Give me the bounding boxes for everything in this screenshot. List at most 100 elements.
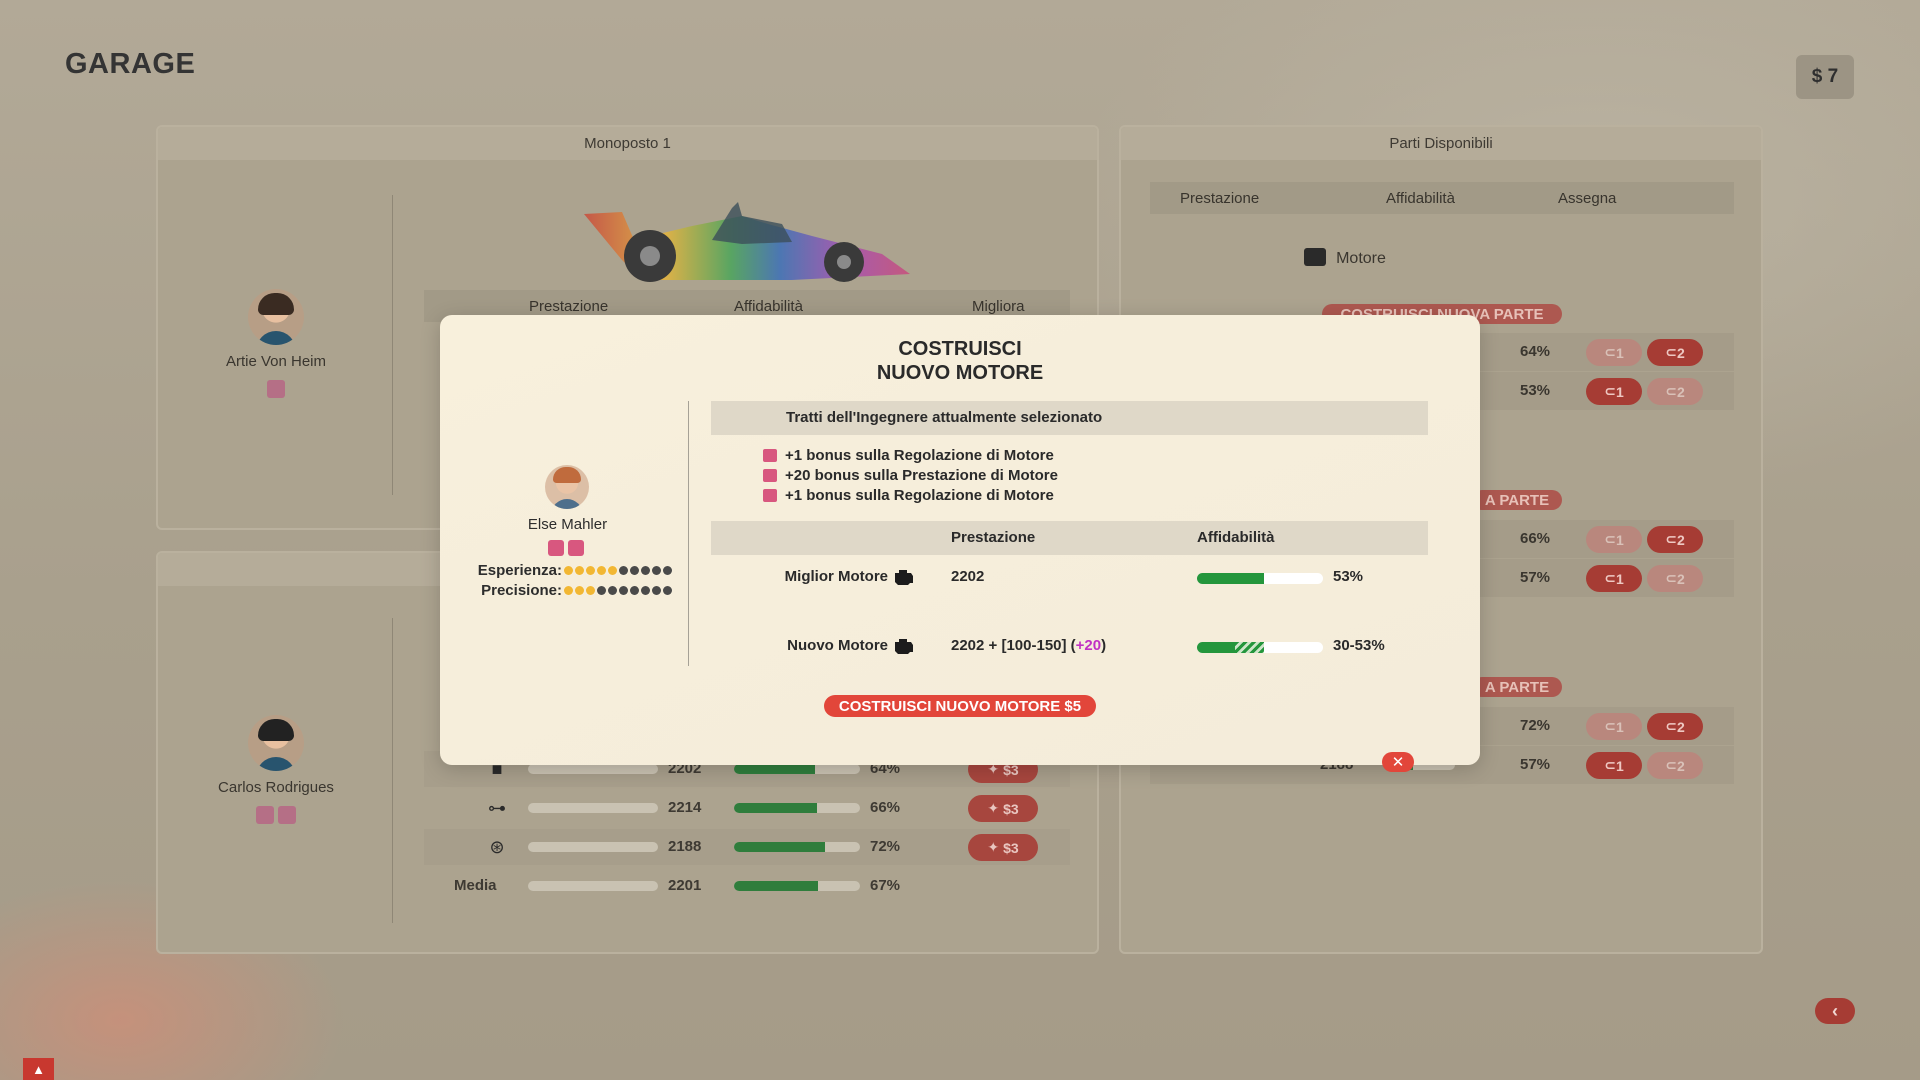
engineer-name: Else Mahler [527, 516, 608, 533]
driver-name: Carlos Rodrigues [218, 779, 334, 796]
col-affidabilita: Affidabilità [734, 297, 803, 315]
skill-dot-empty [619, 586, 628, 595]
driver-card-1[interactable]: Artie Von Heim [186, 289, 366, 398]
driver-card-2[interactable]: Carlos Rodrigues [186, 715, 366, 824]
reliability-range-bar [1197, 642, 1323, 653]
skill-dot-empty [641, 586, 650, 595]
assign-seat-2-button[interactable]: ⊂ 2 [1647, 752, 1703, 779]
page-title: GARAGE [65, 48, 196, 80]
col-prestazione: Prestazione [529, 297, 609, 315]
wrench-icon: ✦ [987, 839, 1000, 855]
warning-icon[interactable]: ▲ [23, 1058, 54, 1080]
trait-icon [763, 489, 777, 502]
modal-title: COSTRUISCI NUOVO MOTORE [876, 338, 1044, 384]
engine-icon [895, 570, 913, 585]
part-category: Motore [1125, 248, 1565, 268]
skill-dot-filled [564, 586, 573, 595]
trait-icon [763, 449, 777, 462]
build-engine-modal: COSTRUISCI NUOVO MOTORE Else Mahler Espe… [440, 315, 1480, 772]
stat-row-gearbox: ⊶ 2214 66% ✦ $3 [424, 790, 1070, 826]
divider [392, 618, 393, 923]
skill-dot-empty [619, 566, 628, 575]
col-migliora: Migliora [972, 297, 1025, 315]
divider [392, 195, 393, 495]
skill-dot-filled [575, 586, 584, 595]
experience-row: Esperienza: [450, 562, 680, 580]
parts-table-header: Prestazione Affidabilità Assegna [1150, 182, 1734, 214]
car-panel-title: Monoposto 1 [158, 127, 1097, 160]
reliability-fill [734, 764, 815, 774]
driver-avatar [248, 715, 304, 771]
build-new-part-button[interactable]: A PARTE [1472, 677, 1562, 697]
reliability-fill [734, 803, 818, 813]
skill-dot-filled [586, 586, 595, 595]
assign-seat-2-button[interactable]: ⊂ 2 [1647, 378, 1703, 405]
assign-seat-1-button[interactable]: ⊂ 1 [1586, 565, 1642, 592]
assign-seat-2-button[interactable]: ⊂ 2 [1647, 713, 1703, 740]
compare-header: Prestazione Affidabilità [711, 521, 1428, 555]
driver-name: Artie Von Heim [225, 353, 327, 370]
upgrade-button[interactable]: ✦ $3 [968, 834, 1038, 861]
engineer-traits [548, 540, 584, 556]
chevron-left-icon: ‹ [1832, 1000, 1838, 1021]
skill-dot-empty [652, 586, 661, 595]
assign-seat-1-button[interactable]: ⊂ 1 [1586, 526, 1642, 553]
skill-dot-empty [597, 586, 606, 595]
wrench-icon: ✦ [987, 800, 1000, 816]
stat-row-brakes: ⊛ 2188 72% ✦ $3 [424, 829, 1070, 865]
trait-line: +20 bonus sulla Prestazione di Motore [763, 467, 1058, 487]
gearbox-icon: ⊶ [488, 798, 506, 818]
skill-dot-empty [663, 566, 672, 575]
skill-dot-empty [663, 586, 672, 595]
reliability-fill [734, 842, 825, 852]
build-engine-button[interactable]: COSTRUISCI NUOVO MOTORE $5 [824, 695, 1096, 717]
skill-dot-filled [586, 566, 595, 575]
back-button[interactable]: ‹ [1815, 998, 1855, 1024]
skill-dot-empty [608, 586, 617, 595]
trait-icon [568, 540, 584, 556]
skill-dot-empty [652, 566, 661, 575]
skill-dot-filled [597, 566, 606, 575]
assign-seat-1-button[interactable]: ⊂ 1 [1586, 378, 1642, 405]
skill-dot-empty [630, 566, 639, 575]
trait-icon [267, 380, 285, 398]
skill-dot-filled [608, 566, 617, 575]
money-badge: $ 7 [1796, 55, 1854, 99]
skill-dot-empty [641, 566, 650, 575]
reliability-bar [1197, 573, 1323, 584]
assign-seat-2-button[interactable]: ⊂ 2 [1647, 526, 1703, 553]
upgrade-button[interactable]: ✦ $3 [968, 795, 1038, 822]
assign-seat-1-button[interactable]: ⊂ 1 [1586, 339, 1642, 366]
experience-dots [564, 566, 672, 575]
trait-icon [278, 806, 296, 824]
trait-line: +1 bonus sulla Regolazione di Motore [763, 447, 1054, 467]
driver-avatar [248, 289, 304, 345]
skill-dot-filled [564, 566, 573, 575]
assign-seat-2-button[interactable]: ⊂ 2 [1647, 339, 1703, 366]
car-image [584, 202, 910, 282]
stat-row-average: Media 2201 67% [454, 877, 901, 894]
engine-icon [895, 639, 913, 654]
trait-icon [548, 540, 564, 556]
new-engine-row: Nuovo Motore 2202 + [100-150] (+20) 30-5… [787, 637, 1385, 654]
trait-icon [763, 469, 777, 482]
parts-panel-title: Parti Disponibili [1121, 127, 1761, 160]
brakes-icon: ⊛ [489, 837, 505, 857]
skill-dot-empty [630, 586, 639, 595]
precision-dots [564, 586, 672, 595]
engine-icon [1304, 248, 1327, 266]
divider [688, 401, 689, 666]
traits-header: Tratti dell'Ingegnere attualmente selezi… [711, 401, 1428, 435]
reliability-fill [734, 881, 819, 891]
trait-line: +1 bonus sulla Regolazione di Motore [763, 487, 1054, 507]
assign-seat-2-button[interactable]: ⊂ 2 [1647, 565, 1703, 592]
skill-dot-filled [575, 566, 584, 575]
close-button[interactable]: ✕ [1382, 752, 1414, 772]
precision-row: Precisione: [450, 582, 680, 600]
assign-seat-1-button[interactable]: ⊂ 1 [1586, 713, 1642, 740]
assign-seat-1-button[interactable]: ⊂ 1 [1586, 752, 1642, 779]
engineer-avatar [545, 465, 589, 509]
build-new-part-button[interactable]: A PARTE [1472, 490, 1562, 510]
best-engine-row: Miglior Motore 2202 53% [784, 568, 1364, 585]
trait-icon [256, 806, 274, 824]
